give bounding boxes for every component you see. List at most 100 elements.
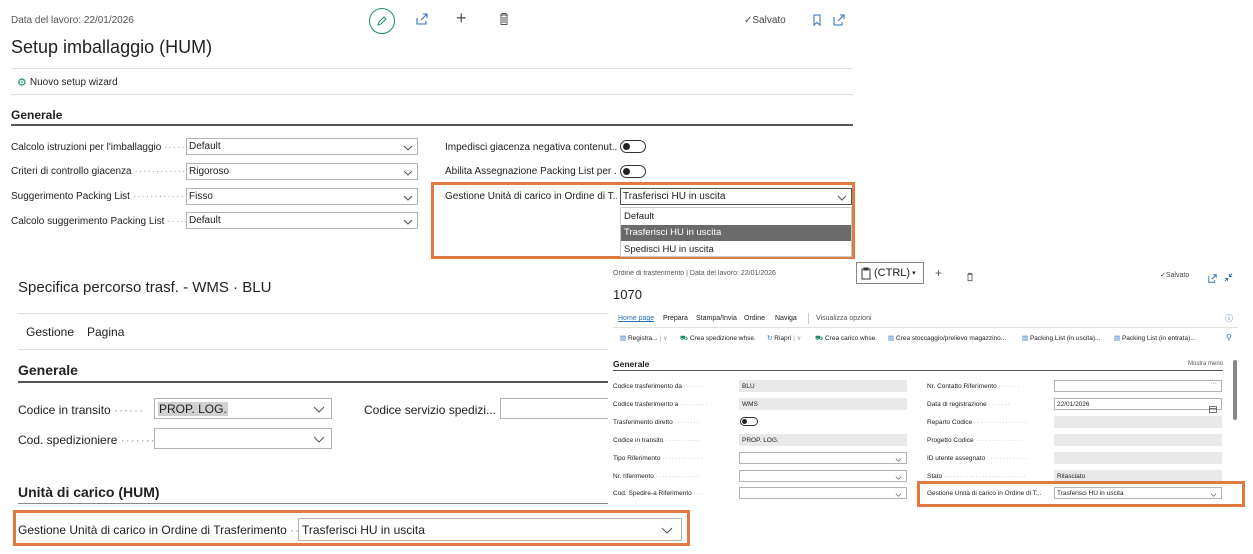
collapse-button[interactable] <box>1224 269 1233 287</box>
route-hu-management-select[interactable]: Trasferisci HU in uscita <box>298 518 682 541</box>
packing-list-suggestion-select[interactable]: Fisso <box>186 188 418 205</box>
field-label: Codice in transito ··········· <box>613 437 700 444</box>
shipping-service-select[interactable] <box>500 398 608 419</box>
chevron-down-icon <box>313 400 325 418</box>
show-less-link[interactable]: Mostra meno <box>1188 361 1223 367</box>
new-button[interactable]: + <box>456 8 467 29</box>
order-saved-status: ✓Salvato <box>1160 272 1190 279</box>
stock-check-criteria-select[interactable]: Rigoroso <box>186 163 418 180</box>
order-section-generale[interactable]: Generale <box>613 359 649 369</box>
packing-list-assign-toggle[interactable] <box>620 165 646 178</box>
action-packing-in[interactable]: ▤ Packing List (in entrata)... <box>1114 334 1196 342</box>
field-label: Calcolo suggerimento Packing List ····· <box>11 216 186 227</box>
field-label: Cod. Spedire-a Riferimento ··· <box>613 490 704 497</box>
tab-naviga[interactable]: Naviga <box>775 315 797 322</box>
action-create-whse-receipt[interactable]: ⛟ Crea carico whse. <box>815 334 877 343</box>
saved-status: ✓Salvato <box>744 15 786 26</box>
field-label: ID utente assegnato ············· <box>927 455 1029 462</box>
department-code-field[interactable] <box>1054 416 1222 428</box>
packing-instructions-select[interactable]: Default <box>186 138 418 155</box>
chevron-down-icon <box>403 138 413 156</box>
reference-type-select[interactable] <box>739 452 907 464</box>
info-icon[interactable]: ⓘ <box>1225 313 1233 324</box>
new-setup-wizard-button[interactable]: ⚙ Nuovo setup wizard <box>17 76 118 89</box>
section-generale[interactable]: Generale <box>11 108 62 122</box>
share-button[interactable] <box>415 12 429 31</box>
order-hu-management-select[interactable]: Trasferisci HU in uscita <box>1054 487 1222 499</box>
paste-tooltip[interactable]: (CTRL) ▾ <box>856 262 924 284</box>
assigned-user-field[interactable] <box>1054 452 1222 464</box>
reopen-icon: ↻ <box>767 335 773 342</box>
dropdown-option-transfer[interactable]: Trasferisci HU in uscita <box>621 225 851 241</box>
divider <box>11 68 853 69</box>
section-underline <box>11 124 853 126</box>
negative-stock-toggle[interactable] <box>620 140 646 153</box>
posting-date-field[interactable]: 22/01/2026 <box>1054 398 1222 413</box>
edit-button[interactable] <box>369 8 395 34</box>
tab-view-options[interactable]: Visualizza opzioni <box>816 315 872 322</box>
dropdown-option-ship[interactable]: Spedisci HU in uscita <box>621 242 851 258</box>
document-icon: ▤ <box>888 335 895 342</box>
hu-management-select[interactable]: Trasferisci HU in uscita <box>620 188 852 205</box>
action-create-whse-shipment[interactable]: ⛟ Crea spedizione whse. <box>680 334 756 343</box>
tab-stampa[interactable]: Stampa/Invia <box>696 315 737 322</box>
share-icon <box>416 13 428 25</box>
tab-ordine[interactable]: Ordine <box>744 315 765 322</box>
open-new-window-button[interactable] <box>833 13 845 31</box>
menu-pagina[interactable]: Pagina <box>87 325 124 339</box>
reference-contact-field[interactable]: ··· <box>1054 380 1222 392</box>
field-label: Tipo Riferimento ············· <box>613 455 704 462</box>
tab-prepara[interactable]: Prepara <box>663 315 688 322</box>
open-window-icon <box>833 14 845 26</box>
field-label: Codice servizio spedizi... ·· <box>364 403 500 417</box>
project-code-field[interactable] <box>1054 434 1222 446</box>
pencil-icon <box>377 16 387 26</box>
field-label: Nr. riferimento ·············· <box>613 473 700 480</box>
chevron-down-icon <box>895 449 902 467</box>
route-section-hum[interactable]: Unità di carico (HUM) <box>18 484 160 500</box>
order-open-window-button[interactable] <box>1208 270 1217 288</box>
packing-list-calc-select[interactable]: Default <box>186 212 418 229</box>
menu-gestione[interactable]: Gestione <box>26 325 74 339</box>
field-label: Gestione Unità di carico in Ordine di Tr… <box>18 523 298 537</box>
transfer-from-field[interactable]: BLU <box>739 380 907 392</box>
scrollbar[interactable] <box>1233 360 1237 420</box>
chevron-down-icon <box>1210 484 1217 502</box>
reference-no-select[interactable] <box>739 470 907 482</box>
order-delete-button[interactable] <box>966 269 974 287</box>
delete-button[interactable] <box>498 12 510 31</box>
field-label: Data di registrazione ······· <box>927 401 1011 408</box>
bookmark-button[interactable] <box>812 13 822 31</box>
divider <box>18 349 608 350</box>
pin-icon[interactable]: ⚲ <box>1226 333 1232 342</box>
carrier-select[interactable] <box>154 428 332 449</box>
ship-to-reference-select[interactable] <box>739 487 907 499</box>
dropdown-option-default[interactable]: Default <box>621 209 851 225</box>
transfer-to-field[interactable]: WMS <box>739 398 907 410</box>
plus-icon: + <box>456 8 467 28</box>
action-post[interactable]: ▤ Registra... | ∨ <box>620 334 668 342</box>
action-packing-out[interactable]: ▤ Packing List (in uscita)... <box>1022 334 1100 342</box>
tab-home[interactable]: Home page <box>618 315 654 322</box>
field-label: Impedisci giacenza negativa contenut... … <box>445 142 617 153</box>
order-number: 1070 <box>613 287 642 302</box>
order-new-button[interactable]: + <box>935 266 942 280</box>
transit-code-select[interactable]: PROP. LOG. <box>154 398 332 419</box>
field-label: Codice trasferimento a ········· <box>613 401 709 408</box>
chevron-down-icon <box>661 521 673 539</box>
plus-icon: + <box>935 266 943 280</box>
field-label: Codice trasferimento da ······· <box>613 383 706 390</box>
dropdown-list: Default Trasferisci HU in uscita Spedisc… <box>620 207 852 257</box>
direct-transfer-toggle[interactable] <box>740 417 758 426</box>
order-transit-code-field[interactable]: PROP. LOG. <box>739 434 907 446</box>
ellipsis-icon[interactable]: ··· <box>1210 380 1217 387</box>
divider <box>18 313 608 314</box>
action-create-putaway[interactable]: ▤ Crea stoccaggio/prelievo magazzino... <box>888 334 1006 342</box>
field-label: Gestione Unità di carico in Ordine di T.… <box>927 490 1042 497</box>
route-title: Specifica percorso trasf. - WMS · BLU <box>18 279 272 296</box>
list-icon: ▤ <box>1114 335 1121 342</box>
page-title: Setup imballaggio (HUM) <box>11 37 213 57</box>
route-section-generale[interactable]: Generale <box>18 362 78 378</box>
field-label: Nr. Contatto Riferimento ······· <box>927 383 1021 390</box>
action-reopen[interactable]: ↻ Riapri | ∨ <box>767 334 801 342</box>
